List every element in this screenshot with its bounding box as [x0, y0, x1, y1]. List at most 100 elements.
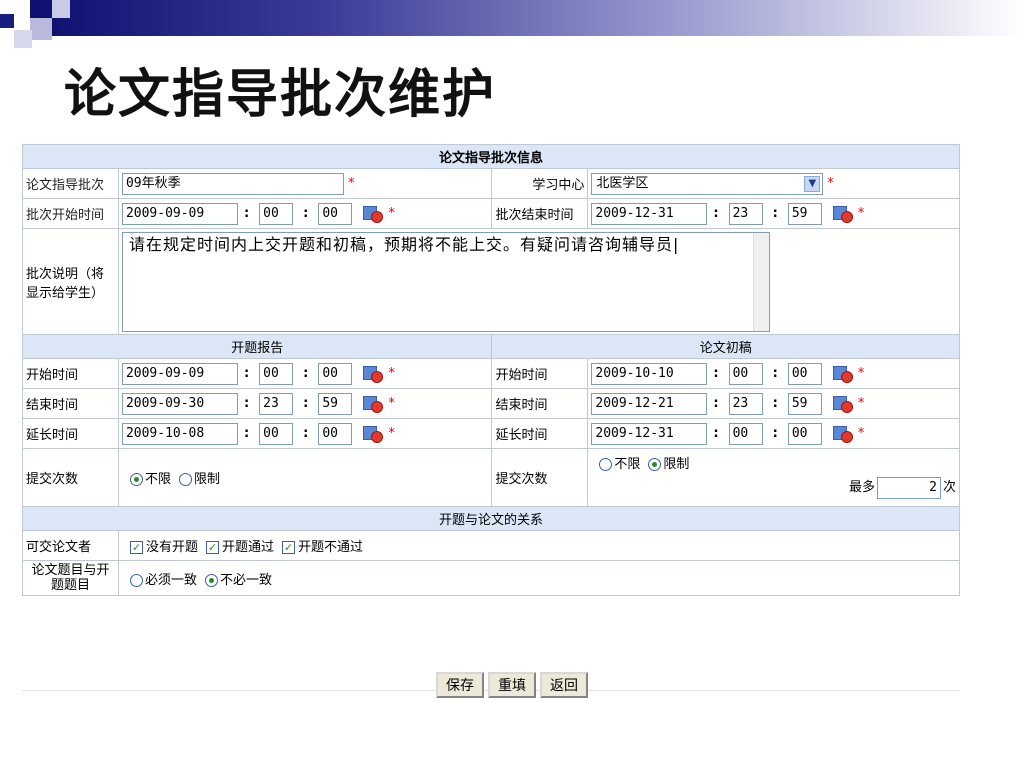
- center-label: 学习中心: [491, 168, 589, 199]
- radio-limited[interactable]: [178, 473, 192, 486]
- proposal-submit-label: 提交次数: [22, 448, 119, 507]
- decor-square: [0, 14, 14, 28]
- reset-button[interactable]: 重填: [488, 672, 536, 698]
- checkbox-no-proposal[interactable]: ✓: [129, 541, 143, 554]
- colon: :: [243, 206, 250, 221]
- draft-submit-label: 提交次数: [491, 448, 589, 507]
- draft-end-hour[interactable]: 23: [728, 392, 763, 415]
- batch-end-date[interactable]: 2009-12-31: [591, 202, 708, 225]
- calendar-icon[interactable]: [362, 425, 384, 443]
- colon: :: [772, 206, 778, 221]
- colon: :: [303, 396, 309, 411]
- radio-unlimited[interactable]: [599, 458, 613, 471]
- batch-form: 论文指导批次信息 论文指导批次 09年秋季 * 学习中心 北医学区 ▼ * 批次开始时…: [21, 144, 961, 596]
- proposal-end-date[interactable]: 2009-09-30: [121, 392, 238, 415]
- radio-label: 不必一致: [219, 572, 272, 588]
- colon: :: [303, 366, 309, 381]
- colon: :: [772, 366, 778, 381]
- batch-end-minute[interactable]: 59: [787, 202, 822, 225]
- draft-ext-hour[interactable]: 00: [728, 422, 763, 445]
- unit-label: 次: [942, 480, 956, 495]
- draft-section: 论文初稿: [491, 334, 960, 359]
- radio-limited[interactable]: [648, 458, 662, 471]
- proposal-end-label: 结束时间: [22, 388, 119, 419]
- draft-end-date[interactable]: 2009-12-21: [591, 392, 708, 415]
- draft-ext-minute[interactable]: 00: [787, 422, 822, 445]
- proposal-ext-date[interactable]: 2009-10-08: [121, 422, 238, 445]
- colon: :: [243, 366, 250, 381]
- required-mark: *: [827, 176, 834, 191]
- radio-unlimited[interactable]: [129, 473, 143, 486]
- scrollbar[interactable]: [752, 232, 769, 331]
- radio-label: 不限: [614, 457, 641, 472]
- colon: :: [772, 396, 778, 411]
- who-label: 可交论文者: [22, 530, 119, 561]
- checkbox-proposal-passed[interactable]: ✓: [205, 541, 219, 554]
- colon: :: [772, 426, 778, 441]
- slide-title: 论文指导批次维护: [64, 64, 497, 125]
- checkbox-label: 开题通过: [221, 540, 274, 555]
- proposal-end-minute[interactable]: 59: [318, 392, 353, 415]
- proposal-start-hour[interactable]: 00: [259, 362, 294, 385]
- decor-square: [30, 18, 52, 40]
- batch-start-label: 批次开始时间: [22, 198, 119, 229]
- required-mark: *: [388, 396, 395, 411]
- proposal-start-label: 开始时间: [22, 358, 119, 389]
- center-select[interactable]: 北医学区 ▼: [591, 172, 824, 195]
- radio-need-not-match[interactable]: [204, 573, 218, 587]
- radio-label: 限制: [193, 472, 220, 487]
- calendar-icon[interactable]: [362, 395, 384, 413]
- calendar-icon[interactable]: [362, 205, 384, 223]
- required-mark: *: [857, 366, 865, 381]
- max-count-input[interactable]: 2: [876, 476, 941, 499]
- required-mark: *: [347, 176, 355, 191]
- colon: :: [303, 426, 309, 441]
- checkbox-proposal-failed[interactable]: ✓: [281, 541, 295, 554]
- draft-ext-label: 延长时间: [491, 418, 589, 449]
- decor-square: [52, 0, 70, 18]
- max-label: 最多: [848, 480, 875, 495]
- relation-section: 开题与论文的关系: [22, 506, 960, 531]
- proposal-start-minute[interactable]: 00: [318, 362, 353, 385]
- save-button[interactable]: 保存: [436, 672, 484, 698]
- colon: :: [713, 396, 719, 411]
- batch-end-hour[interactable]: 23: [728, 202, 763, 225]
- calendar-icon[interactable]: [832, 365, 854, 383]
- draft-end-minute[interactable]: 59: [787, 392, 822, 415]
- draft-start-date[interactable]: 2009-10-10: [591, 362, 708, 385]
- required-mark: *: [388, 366, 395, 381]
- draft-ext-date[interactable]: 2009-12-31: [591, 422, 708, 445]
- chevron-down-icon[interactable]: ▼: [804, 175, 821, 192]
- header-gradient-bar: [30, 0, 1024, 36]
- form-header: 论文指导批次信息: [22, 144, 960, 169]
- center-select-value: 北医学区: [596, 175, 649, 191]
- calendar-icon[interactable]: [832, 395, 854, 413]
- calendar-icon[interactable]: [832, 425, 854, 443]
- proposal-end-hour[interactable]: 23: [259, 392, 294, 415]
- batch-start-date[interactable]: 2009-09-09: [121, 202, 238, 225]
- draft-end-label: 结束时间: [491, 388, 589, 419]
- proposal-ext-minute[interactable]: 00: [318, 422, 353, 445]
- batch-input[interactable]: 09年秋季: [121, 172, 344, 195]
- draft-start-hour[interactable]: 00: [728, 362, 763, 385]
- batch-start-minute[interactable]: 00: [318, 202, 353, 225]
- slide: 论文指导批次维护 论文指导批次信息 论文指导批次 09年秋季 * 学习中心 北医学…: [0, 0, 1024, 768]
- batch-label: 论文指导批次: [22, 168, 119, 199]
- desc-textarea[interactable]: 请在规定时间内上交开题和初稿，预期将不能上交。有疑问请咨询辅导员|: [121, 231, 770, 332]
- colon: :: [303, 206, 309, 221]
- colon: :: [713, 366, 719, 381]
- proposal-ext-hour[interactable]: 00: [259, 422, 294, 445]
- batch-start-hour[interactable]: 00: [259, 202, 294, 225]
- back-button[interactable]: 返回: [540, 672, 588, 698]
- proposal-start-date[interactable]: 2009-09-09: [121, 362, 238, 385]
- radio-must-match[interactable]: [129, 573, 143, 587]
- desc-label: 批次说明（将显示给学生）: [22, 228, 119, 335]
- calendar-icon[interactable]: [832, 205, 854, 223]
- required-mark: *: [857, 396, 865, 411]
- draft-start-minute[interactable]: 00: [787, 362, 822, 385]
- colon: :: [713, 426, 719, 441]
- calendar-icon[interactable]: [362, 365, 384, 383]
- radio-label: 必须一致: [144, 572, 197, 588]
- decor-square: [14, 30, 32, 48]
- draft-start-label: 开始时间: [491, 358, 589, 389]
